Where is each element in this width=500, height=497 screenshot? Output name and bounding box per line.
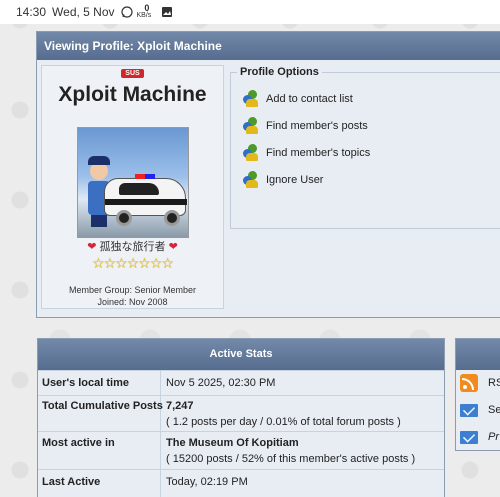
whatsapp-icon [120, 6, 133, 18]
stat-key: User's local time [42, 377, 129, 389]
stat-subvalue: ( 1.2 posts per day / 0.01% of total for… [166, 416, 401, 428]
rating-stars: ☆☆☆☆☆☆☆ [92, 255, 174, 271]
profile-title: Viewing Profile: Xploit Machine [37, 32, 500, 60]
stat-subvalue: ( 15200 posts / 52% of this member's act… [166, 453, 416, 465]
active-stats-title: Active Stats [38, 339, 444, 370]
side-item-label: RS [488, 377, 500, 389]
option-label: Find member's posts [266, 120, 368, 132]
find-member-posts-link[interactable]: Find member's posts [243, 116, 368, 136]
members-icon [243, 144, 259, 162]
members-icon [243, 117, 259, 135]
network-speed-unit: KB/s [136, 12, 152, 19]
network-speed-value: 0 [144, 3, 150, 13]
sus-badge: SUS [121, 69, 144, 78]
avatar[interactable] [76, 127, 189, 238]
mail-icon [460, 403, 478, 417]
profile-options: Profile Options Add to contact list Find… [230, 66, 500, 229]
member-group: Member Group: Senior Member [68, 285, 197, 295]
most-active-forum-link[interactable]: The Museum Of Kopitiam [166, 437, 299, 449]
table-row: Most active in The Museum Of Kopitiam ( … [38, 431, 444, 469]
network-speed: 0 KB/s [136, 3, 158, 20]
stat-key: Most active in [42, 437, 115, 449]
image-icon [162, 7, 173, 17]
ignore-user-link[interactable]: Ignore User [243, 170, 323, 190]
status-time: 14:30 [16, 5, 47, 19]
side-item-label: Se [488, 404, 500, 416]
profile-options-title: Profile Options [237, 66, 322, 78]
table-row: User's local time Nov 5 2025, 02:30 PM [38, 370, 444, 395]
heart-icon: ❤ [168, 241, 178, 253]
option-label: Ignore User [266, 174, 324, 186]
nickname-line: ❤ 孤独な旅行者 ❤ [42, 238, 223, 254]
table-row: Last Active Today, 02:19 PM [38, 469, 444, 497]
rss-link[interactable]: RS [460, 373, 500, 393]
joined-date: Joined: Nov 2008 [97, 297, 168, 307]
option-label: Add to contact list [266, 93, 353, 105]
stat-key: Total Cumulative Posts [42, 400, 163, 412]
members-icon [243, 171, 259, 189]
find-member-topics-link[interactable]: Find member's topics [243, 143, 370, 163]
heart-icon: ❤ [87, 241, 97, 253]
status-bar: 14:30 Wed, 5 Nov 0 KB/s [0, 0, 500, 24]
status-date: Wed, 5 Nov [52, 5, 115, 19]
stat-value: 7,247 [166, 400, 194, 412]
stat-key: Last Active [42, 476, 101, 488]
rss-icon [460, 374, 478, 392]
mail-icon [460, 430, 478, 444]
active-stats-panel: Active Stats User's local time Nov 5 202… [37, 338, 445, 497]
members-icon [243, 90, 259, 108]
private-message-link[interactable]: Pr [460, 427, 499, 447]
stat-value: Today, 02:19 PM [166, 476, 248, 488]
nickname: 孤独な旅行者 [99, 241, 166, 253]
side-panel-header [456, 339, 500, 370]
option-label: Find member's topics [266, 147, 371, 159]
table-row: Total Cumulative Posts 7,247 ( 1.2 posts… [38, 395, 444, 431]
send-message-link[interactable]: Se [460, 400, 500, 420]
side-item-label: Pr [488, 431, 499, 443]
side-panel: RS Se Pr [455, 338, 500, 451]
profile-card: SUS Xploit Machine ❤ 孤独な旅行者 ❤ ☆☆☆☆☆☆☆ Me… [41, 65, 224, 309]
stat-value: Nov 5 2025, 02:30 PM [166, 377, 276, 389]
profile-panel: Viewing Profile: Xploit Machine SUS Xplo… [36, 31, 500, 318]
member-name: Xploit Machine [58, 83, 207, 106]
add-to-contact-list-link[interactable]: Add to contact list [243, 89, 353, 109]
